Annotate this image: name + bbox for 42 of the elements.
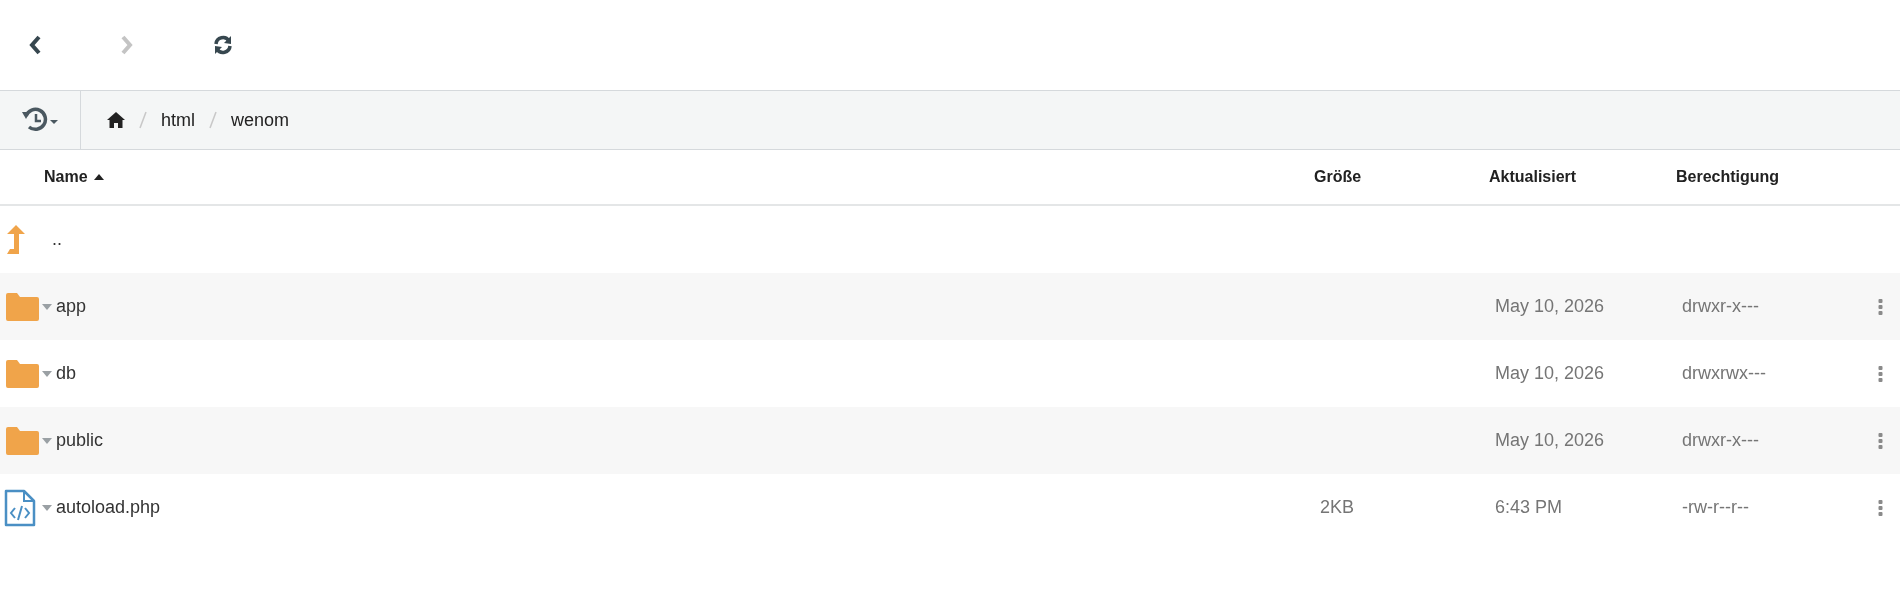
file-name[interactable]: public xyxy=(56,427,104,454)
folder-icon xyxy=(4,425,40,456)
updated-date: May 10, 2026 xyxy=(1495,430,1605,450)
column-header[interactable]: Größe xyxy=(1314,165,1362,189)
folder-icon xyxy=(4,358,40,389)
updated-date: May 10, 2026 xyxy=(1495,296,1605,316)
more-icon[interactable] xyxy=(1877,431,1883,450)
permissions: -rw-r--r-- xyxy=(1682,497,1749,517)
permissions: drwxrwx--- xyxy=(1682,363,1766,383)
code-file-icon xyxy=(4,488,36,527)
more-icon[interactable] xyxy=(1877,364,1883,383)
column-header[interactable]: Name xyxy=(44,165,88,189)
home-icon[interactable] xyxy=(107,112,125,128)
caret-icon[interactable] xyxy=(42,437,52,444)
folder-icon xyxy=(4,291,40,322)
breadcrumb-link[interactable]: wenom xyxy=(231,106,290,134)
more-icon[interactable] xyxy=(1877,498,1883,517)
caret-icon[interactable] xyxy=(42,370,52,377)
file-row[interactable]: public May 10, 2026 drwxr-x--- xyxy=(0,407,1900,474)
updated-date: 6:43 PM xyxy=(1495,497,1563,517)
file-row[interactable]: app May 10, 2026 drwxr-x--- xyxy=(0,273,1900,340)
caret-icon[interactable] xyxy=(42,303,52,310)
separator-icon xyxy=(209,111,217,129)
refresh-icon xyxy=(212,34,234,56)
breadcrumb-link[interactable]: html xyxy=(161,106,195,134)
column-header[interactable]: Aktualisiert xyxy=(1489,165,1577,189)
history-icon xyxy=(21,107,59,133)
permissions: drwxr-x--- xyxy=(1682,430,1759,450)
file-name[interactable]: .. xyxy=(44,226,62,253)
back-icon xyxy=(28,34,42,56)
updated-date: May 10, 2026 xyxy=(1495,363,1605,383)
caret-icon[interactable] xyxy=(42,504,52,511)
file-size: 2KB xyxy=(1320,497,1355,517)
forward-icon xyxy=(120,34,134,56)
permissions: drwxr-x--- xyxy=(1682,296,1759,316)
file-name[interactable]: app xyxy=(56,293,87,320)
separator-icon xyxy=(139,111,147,129)
level-up-icon xyxy=(4,224,28,255)
more-icon[interactable] xyxy=(1877,297,1883,316)
column-header[interactable]: Berechtigung xyxy=(1676,165,1780,189)
file-name[interactable]: db xyxy=(56,360,77,387)
file-name[interactable]: autoload.php xyxy=(56,494,161,521)
